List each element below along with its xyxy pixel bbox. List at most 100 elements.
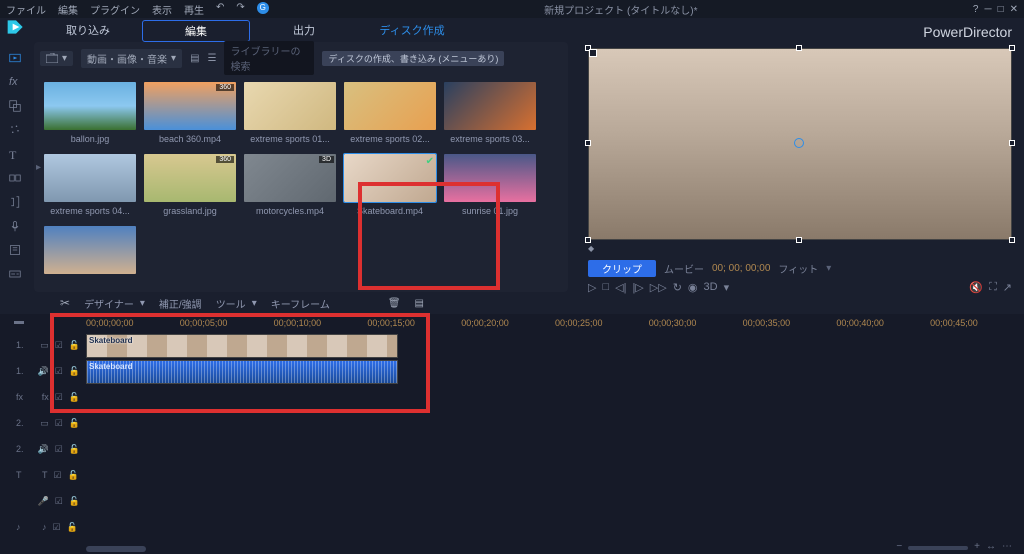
tab-capture[interactable]: 取り込み <box>34 20 142 42</box>
clip-mode-button[interactable]: クリップ <box>588 260 656 277</box>
movie-mode-button[interactable]: ムービー <box>664 261 704 276</box>
preview-viewport[interactable] <box>588 48 1012 240</box>
library-dropdown[interactable]: 動画・画像・音楽 ▾ <box>81 49 182 68</box>
media-thumb[interactable]: extreme sports 01... <box>244 82 336 144</box>
playhead-icon[interactable]: ◆ <box>588 244 594 253</box>
undo-icon[interactable]: ↶ <box>216 2 224 17</box>
track-header[interactable]: fxfx☑🔓 <box>0 384 80 410</box>
track-lock-icon[interactable]: 🔓 <box>69 392 80 403</box>
media-thumb[interactable]: extreme sports 03... <box>444 82 536 144</box>
track-visible-icon[interactable]: ☑ <box>55 418 63 429</box>
next-frame-icon[interactable]: |▷ <box>632 281 643 294</box>
menu-file[interactable]: ファイル <box>6 2 46 17</box>
fit-chevron-icon[interactable]: ▾ <box>826 263 831 274</box>
more-timeline-icon[interactable]: ⋯ <box>1002 541 1012 552</box>
cut-icon[interactable]: ✂ <box>60 296 70 310</box>
track-header[interactable]: 2.🔊☑🔓 <box>0 436 80 462</box>
tool-dropdown[interactable]: ツール ▾ <box>216 296 257 311</box>
tab-disc[interactable]: ディスク作成 <box>358 20 466 42</box>
fx-room-icon[interactable]: fx <box>9 76 25 92</box>
track-visible-icon[interactable]: ☑ <box>55 496 63 507</box>
audio-room-icon[interactable] <box>9 196 25 212</box>
media-thumb[interactable]: ✔Skateboard.mp4 <box>344 154 436 216</box>
trash-icon[interactable]: 🗑 <box>388 298 401 309</box>
timeline-scrollbar[interactable] <box>86 546 146 552</box>
media-thumb[interactable]: extreme sports 04... <box>44 154 136 216</box>
menu-view[interactable]: 表示 <box>152 2 172 17</box>
menu-plugin[interactable]: プラグイン <box>90 2 140 17</box>
track-header[interactable]: ♪♪☑🔓 <box>0 514 80 540</box>
designer-dropdown[interactable]: デザイナー ▾ <box>84 296 145 311</box>
media-thumb[interactable]: extreme sports 02... <box>344 82 436 144</box>
track-lock-icon[interactable]: 🔓 <box>69 340 80 351</box>
track-visible-icon[interactable]: ☑ <box>55 340 63 351</box>
fast-forward-icon[interactable]: ▷▷ <box>650 281 667 294</box>
track-header[interactable]: TT☑🔓 <box>0 462 80 488</box>
zoom-slider[interactable] <box>908 546 968 550</box>
media-thumb[interactable]: 3Dmotorcycles.mp4 <box>244 154 336 216</box>
voice-room-icon[interactable] <box>9 220 25 236</box>
track-visible-icon[interactable]: ☑ <box>54 470 62 481</box>
stop-icon[interactable]: □ <box>602 281 609 294</box>
track-header[interactable]: 1.🔊☑🔓 <box>0 358 80 384</box>
transition-room-icon[interactable] <box>9 172 25 188</box>
snapshot-icon[interactable]: ◉ <box>688 281 698 294</box>
redo-icon[interactable]: ↷ <box>236 2 244 17</box>
track-lock-icon[interactable]: 🔓 <box>67 522 78 533</box>
media-thumb[interactable]: 360grassland.jpg <box>144 154 236 216</box>
media-room-icon[interactable] <box>9 52 25 68</box>
track-lock-icon[interactable]: 🔓 <box>68 470 79 481</box>
chapter-room-icon[interactable] <box>9 244 25 260</box>
import-button[interactable]: ▾ <box>40 51 73 66</box>
minimize-icon[interactable]: ─ <box>984 4 991 15</box>
track-visible-icon[interactable]: ☑ <box>53 522 61 533</box>
track-header[interactable]: 1.▭☑🔓 <box>0 332 80 358</box>
title-room-icon[interactable]: T <box>9 148 25 164</box>
menu-play[interactable]: 再生 <box>184 2 204 17</box>
close-icon[interactable]: ✕ <box>1010 4 1018 15</box>
filter-icon[interactable]: ▤ <box>190 53 199 64</box>
3d-chevron-icon[interactable]: ▾ <box>724 281 730 294</box>
time-ruler[interactable]: 00;00;00;0000;00;05;0000;00;10;0000;00;1… <box>86 318 1024 332</box>
tab-edit[interactable]: 編集 <box>142 20 250 42</box>
fullscreen-icon[interactable]: ⛶ <box>989 281 997 294</box>
pip-room-icon[interactable] <box>9 100 25 116</box>
audio-clip[interactable]: Skateboard <box>86 360 398 384</box>
menu-edit[interactable]: 編集 <box>58 2 78 17</box>
keyframe-button[interactable]: キーフレーム <box>271 296 330 311</box>
loop-icon[interactable]: ↻ <box>673 281 682 294</box>
prev-frame-icon[interactable]: ◁| <box>615 281 626 294</box>
tab-output[interactable]: 出力 <box>250 20 358 42</box>
zoom-out-icon[interactable]: − <box>896 541 902 552</box>
track-header[interactable]: 🎤☑🔓 <box>0 488 80 514</box>
subtitle-room-icon[interactable] <box>9 268 25 284</box>
expand-icon[interactable]: ▸ <box>36 162 41 173</box>
popout-icon[interactable]: ↗ <box>1003 281 1012 294</box>
search-input[interactable]: ライブラリーの検索 <box>224 41 314 75</box>
track-lock-icon[interactable]: 🔓 <box>69 366 80 377</box>
media-thumb[interactable]: sunrise 01.jpg <box>444 154 536 216</box>
3d-button[interactable]: 3D <box>704 281 718 294</box>
media-thumb[interactable]: 360beach 360.mp4 <box>144 82 236 144</box>
maximize-icon[interactable]: □ <box>998 4 1004 15</box>
track-visible-icon[interactable]: ☑ <box>55 392 63 403</box>
timeline-clips-area[interactable]: Skateboard Skateboard <box>86 334 398 384</box>
track-lock-icon[interactable]: 🔓 <box>69 496 80 507</box>
particle-room-icon[interactable] <box>9 124 25 140</box>
media-thumb[interactable] <box>44 226 136 278</box>
fit-timeline-icon[interactable]: ↔ <box>986 541 996 552</box>
media-thumb[interactable]: ballon.jpg <box>44 82 136 144</box>
track-manager-icon[interactable]: ▬ <box>14 316 24 327</box>
help-icon[interactable]: ? <box>973 4 979 15</box>
fix-button[interactable]: 補正/強調 <box>159 296 202 311</box>
track-visible-icon[interactable]: ☑ <box>55 444 63 455</box>
fit-dropdown[interactable]: フィット <box>778 261 818 276</box>
video-clip[interactable]: Skateboard <box>86 334 398 358</box>
track-header[interactable]: 2.▭☑🔓 <box>0 410 80 436</box>
more-icon[interactable]: ▤ <box>415 298 424 309</box>
track-lock-icon[interactable]: 🔓 <box>69 418 80 429</box>
cloud-icon[interactable]: G <box>257 2 269 14</box>
zoom-in-icon[interactable]: + <box>974 541 980 552</box>
track-lock-icon[interactable]: 🔓 <box>69 444 80 455</box>
volume-icon[interactable]: 🔇 <box>969 281 983 294</box>
